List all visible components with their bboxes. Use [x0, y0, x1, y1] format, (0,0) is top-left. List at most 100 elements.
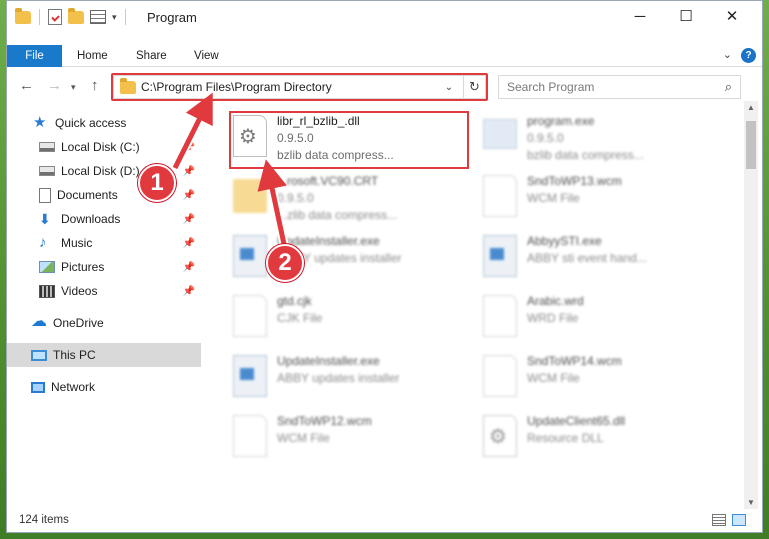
up-arrow-icon[interactable]: ↑ — [91, 77, 99, 94]
file-item[interactable]: gtd.cjk CJK File — [223, 291, 463, 347]
sidebar-item-label: Network — [51, 380, 96, 394]
minimize-button[interactable]: ─ — [617, 1, 663, 31]
details-view-icon[interactable] — [712, 514, 726, 526]
file-item[interactable]: UpdateClient65.dll Resource DLL — [473, 411, 713, 467]
sidebar-item-local-disk-c[interactable]: Local Disk (C:) 📌 — [7, 135, 201, 159]
vertical-scrollbar[interactable]: ▲ ▼ — [744, 101, 758, 509]
pin-icon[interactable]: 📌 — [183, 286, 195, 297]
folder-icon[interactable] — [15, 7, 31, 24]
file-item[interactable]: program.exe 0.9.5.0 bzlib data compress.… — [473, 111, 713, 167]
file-type: Resource DLL — [527, 431, 604, 445]
sidebar-item-music[interactable]: ♪ Music 📌 — [7, 231, 201, 255]
file-name: Arabic.wrd — [527, 294, 584, 308]
new-folder-icon[interactable] — [68, 7, 84, 24]
forward-arrow-icon[interactable]: → — [47, 77, 62, 94]
window-title: Program — [147, 10, 197, 25]
file-description: ABBY updates installer — [277, 371, 400, 385]
file-icon — [483, 175, 517, 217]
file-icon — [233, 415, 267, 457]
file-name: ...rosoft.VC90.CRT — [277, 174, 379, 188]
sidebar-item-label: This PC — [53, 348, 96, 362]
maximize-button[interactable]: ☐ — [663, 1, 709, 31]
file-item[interactable]: SndToWP12.wcm WCM File — [223, 411, 463, 467]
pin-icon[interactable]: 📌 — [183, 238, 195, 249]
file-item[interactable]: UpdateInstaller.exe ABBY updates install… — [223, 351, 463, 407]
pin-icon[interactable]: 📌 — [183, 262, 195, 273]
tab-home[interactable]: Home — [77, 45, 108, 67]
refresh-icon[interactable]: ↻ — [463, 76, 485, 98]
folder-icon — [233, 179, 267, 213]
file-icon — [483, 295, 517, 337]
network-icon — [31, 381, 45, 393]
star-icon: ★ — [33, 114, 47, 131]
exe-file-icon — [483, 119, 517, 149]
properties-icon[interactable] — [48, 9, 62, 25]
scroll-down-icon[interactable]: ▼ — [744, 498, 758, 507]
expand-ribbon-icon[interactable]: ⌄ — [723, 48, 732, 61]
file-item[interactable]: SndToWP13.wcm WCM File — [473, 171, 713, 227]
music-icon: ♪ — [39, 234, 47, 251]
disk-icon — [39, 142, 55, 152]
view-list-icon[interactable] — [90, 10, 106, 24]
pin-icon[interactable]: 📌 — [183, 214, 195, 225]
disk-icon — [39, 166, 55, 176]
recent-locations-icon[interactable]: ▾ — [71, 82, 76, 93]
search-input[interactable]: Search Program ⌕ — [498, 75, 741, 99]
pin-icon[interactable]: 📌 — [183, 190, 195, 201]
sidebar-item-onedrive[interactable]: ☁ OneDrive — [7, 311, 201, 335]
file-item[interactable]: AbbyySTI.exe ABBY sti event hand... — [473, 231, 713, 287]
file-description: ABBY sti event hand... — [527, 251, 647, 265]
callout-step-2: 2 — [266, 244, 304, 282]
file-highlight-box — [229, 111, 469, 169]
videos-icon — [39, 284, 55, 298]
sidebar-item-downloads[interactable]: ⬇ Downloads 📌 — [7, 207, 201, 231]
toolbar-separator — [124, 9, 126, 25]
help-icon[interactable]: ? — [741, 48, 756, 63]
tab-share[interactable]: Share — [136, 45, 167, 67]
file-name: SndToWP14.wcm — [527, 354, 622, 368]
pin-icon[interactable]: 📌 — [183, 142, 195, 153]
toolbar-separator — [39, 9, 40, 25]
sidebar-item-label: Music — [61, 236, 93, 250]
pin-icon[interactable]: 📌 — [183, 166, 195, 177]
tab-file[interactable]: File — [7, 45, 62, 67]
file-type: WCM File — [527, 191, 580, 205]
file-name: program.exe — [527, 114, 595, 128]
back-arrow-icon[interactable]: ← — [19, 77, 34, 94]
pc-icon — [31, 349, 47, 361]
search-placeholder: Search Program — [507, 80, 595, 94]
file-version: 0.9.5.0 — [527, 131, 564, 145]
address-bar[interactable]: C:\Program Files\Program Directory ⌄ ↻ — [113, 75, 486, 99]
file-type: CJK File — [277, 311, 323, 325]
scroll-up-icon[interactable]: ▲ — [744, 103, 758, 112]
file-item[interactable]: ...rosoft.VC90.CRT 0.9.5.0 ...zlib data … — [223, 171, 463, 227]
sidebar-item-quick-access[interactable]: ★ Quick access — [7, 111, 201, 135]
customize-toolbar-icon[interactable]: ▾ — [112, 12, 117, 23]
tab-view[interactable]: View — [194, 45, 219, 67]
sidebar-item-this-pc[interactable]: This PC — [7, 343, 201, 367]
sidebar-item-network[interactable]: Network — [7, 375, 201, 399]
file-item[interactable]: SndToWP14.wcm WCM File — [473, 351, 713, 407]
sidebar-item-videos[interactable]: Videos 📌 — [7, 279, 201, 303]
close-button[interactable]: ✕ — [709, 1, 755, 31]
sidebar-item-label: Quick access — [55, 116, 127, 130]
scroll-thumb[interactable] — [746, 121, 756, 169]
download-icon: ⬇ — [39, 211, 51, 227]
tiles-view-icon[interactable] — [732, 514, 746, 526]
search-icon[interactable]: ⌕ — [725, 79, 732, 95]
file-type: WCM File — [527, 371, 580, 385]
sidebar-item-pictures[interactable]: Pictures 📌 — [7, 255, 201, 279]
file-name: AbbyySTI.exe — [527, 234, 602, 248]
file-name: SndToWP13.wcm — [527, 174, 622, 188]
sidebar-item-label: Local Disk (C:) — [61, 140, 140, 154]
folder-icon — [120, 77, 136, 94]
installer-icon — [233, 235, 267, 277]
sidebar-item-label: Documents — [57, 188, 118, 202]
chevron-down-icon[interactable]: ⌄ — [440, 82, 458, 93]
sidebar-item-label: Local Disk (D:) — [61, 164, 140, 178]
address-path[interactable]: C:\Program Files\Program Directory — [141, 80, 435, 94]
file-item[interactable]: Arabic.wrd WRD File — [473, 291, 713, 347]
sidebar-item-label: Pictures — [61, 260, 105, 274]
file-type: WRD File — [527, 311, 579, 325]
file-item[interactable]: UpdateInstaller.exe ...BBY updates insta… — [223, 231, 463, 287]
